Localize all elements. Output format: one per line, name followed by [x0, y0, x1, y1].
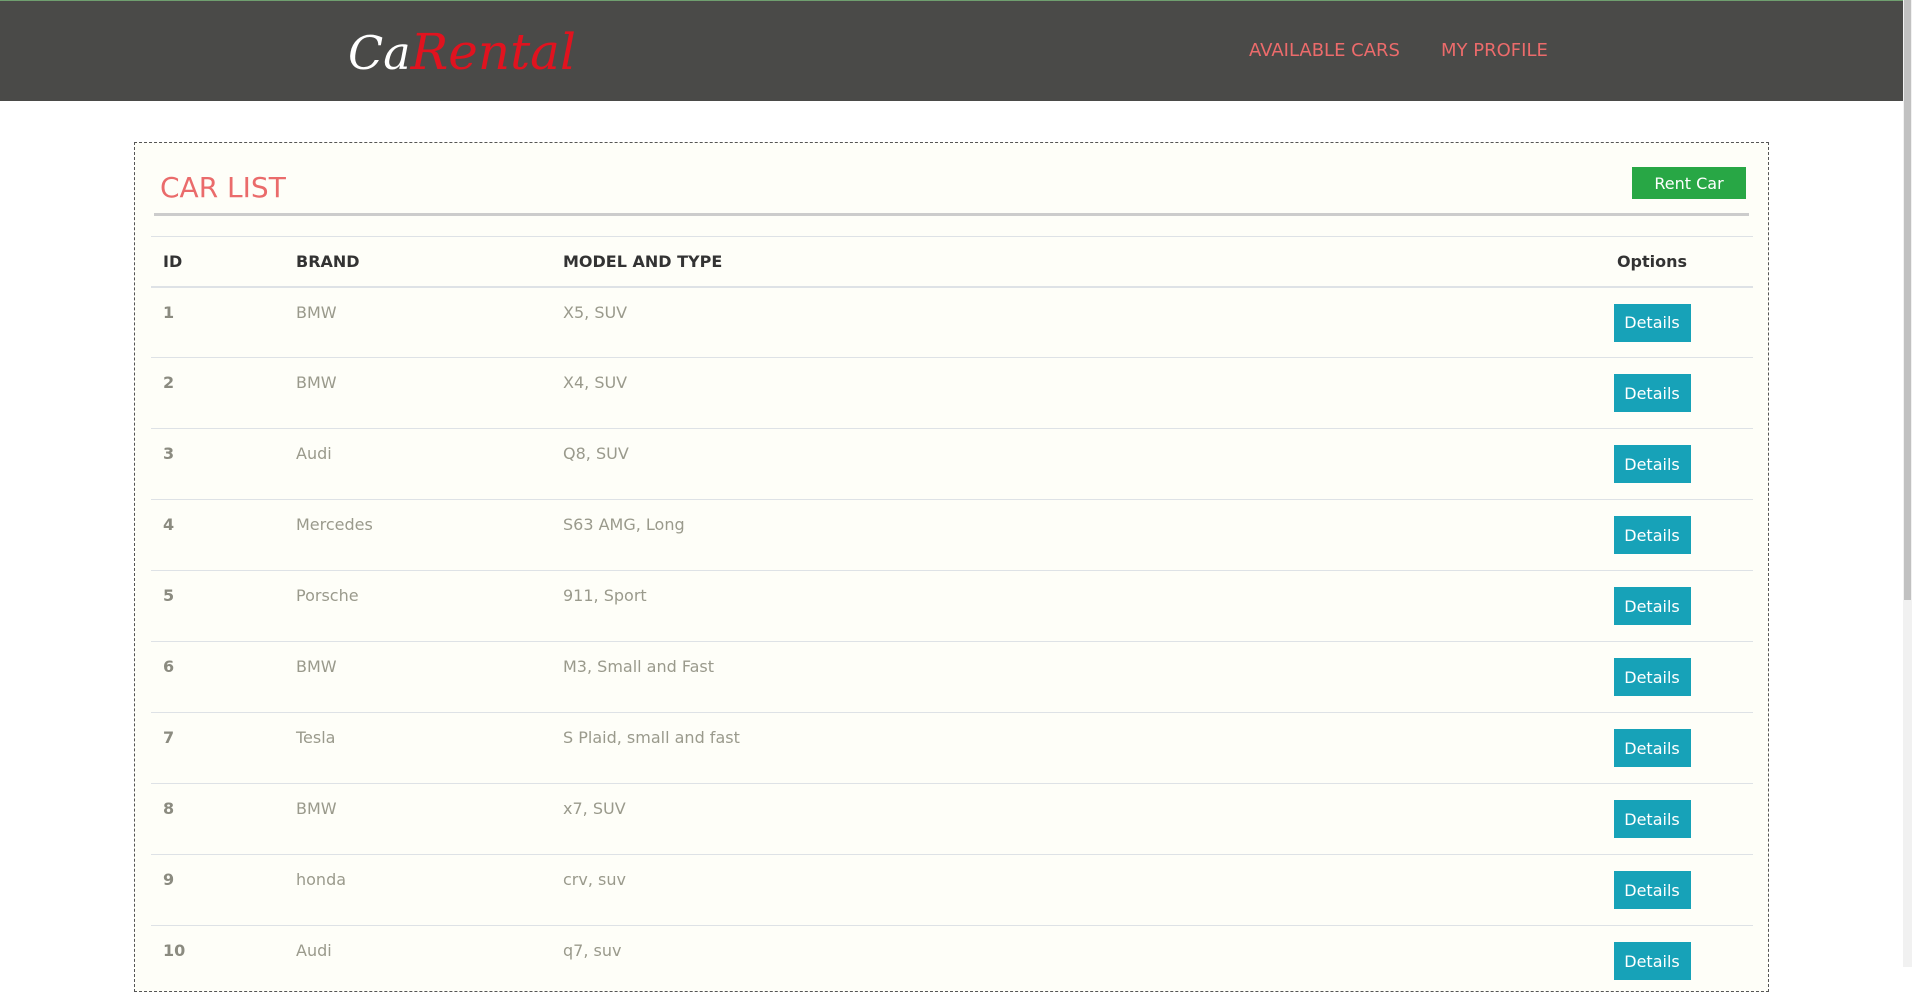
- table-row: 6 BMW M3, Small and Fast Details: [151, 641, 1753, 713]
- cell-options: Details: [1551, 641, 1753, 713]
- details-button[interactable]: Details: [1613, 800, 1691, 838]
- cell-model: X5, SUV: [551, 286, 1551, 358]
- column-header-model: MODEL AND TYPE: [551, 236, 1551, 288]
- cell-id: 4: [151, 499, 284, 571]
- cell-options: Details: [1551, 925, 1753, 997]
- cell-options: Details: [1551, 783, 1753, 855]
- page-title: CAR LIST: [160, 171, 286, 204]
- cell-brand: Tesla: [284, 712, 551, 784]
- cell-id: 9: [151, 854, 284, 926]
- details-button[interactable]: Details: [1613, 303, 1691, 342]
- cell-options: Details: [1551, 428, 1753, 500]
- cell-id: 1: [151, 286, 284, 358]
- cell-model: 911, Sport: [551, 570, 1551, 642]
- cell-model: Q8, SUV: [551, 428, 1551, 500]
- details-button[interactable]: Details: [1613, 587, 1691, 625]
- cell-options: Details: [1551, 357, 1753, 429]
- table-row: 4 Mercedes S63 AMG, Long Details: [151, 499, 1753, 571]
- car-list-panel: CAR LIST Rent Car ID BRAND MODEL AND TYP…: [134, 142, 1769, 997]
- details-button[interactable]: Details: [1613, 658, 1691, 696]
- cell-model: x7, SUV: [551, 783, 1551, 855]
- logo-text-ca: Ca: [348, 26, 411, 80]
- title-divider: [154, 213, 1749, 216]
- page-scrollbar[interactable]: [1903, 0, 1912, 967]
- cell-brand: Mercedes: [284, 499, 551, 571]
- table-row: 5 Porsche 911, Sport Details: [151, 570, 1753, 642]
- cell-id: 8: [151, 783, 284, 855]
- table-header-row: ID BRAND MODEL AND TYPE Options: [151, 236, 1753, 288]
- column-header-brand: BRAND: [284, 236, 551, 288]
- table-row: 10 Audi q7, suv Details: [151, 925, 1753, 997]
- cell-options: Details: [1551, 286, 1753, 358]
- nav-available-cars[interactable]: AVAILABLE CARS: [1249, 39, 1400, 63]
- cell-options: Details: [1551, 712, 1753, 784]
- column-header-id: ID: [151, 236, 284, 288]
- table-row: 7 Tesla S Plaid, small and fast Details: [151, 712, 1753, 784]
- cell-model: X4, SUV: [551, 357, 1551, 429]
- cell-id: 3: [151, 428, 284, 500]
- cell-id: 2: [151, 357, 284, 429]
- brand-logo[interactable]: CaRental: [348, 19, 576, 85]
- details-button[interactable]: Details: [1613, 374, 1691, 412]
- cell-brand: honda: [284, 854, 551, 926]
- cell-options: Details: [1551, 854, 1753, 926]
- cell-brand: BMW: [284, 286, 551, 358]
- cell-id: 6: [151, 641, 284, 713]
- cell-brand: Audi: [284, 925, 551, 997]
- details-button[interactable]: Details: [1613, 516, 1691, 554]
- details-button[interactable]: Details: [1613, 729, 1691, 767]
- cell-id: 5: [151, 570, 284, 642]
- cell-id: 7: [151, 712, 284, 784]
- navbar: CaRental AVAILABLE CARS MY PROFILE: [0, 0, 1903, 101]
- table-row: 9 honda crv, suv Details: [151, 854, 1753, 926]
- table-row: 2 BMW X4, SUV Details: [151, 357, 1753, 429]
- cell-model: M3, Small and Fast: [551, 641, 1551, 713]
- details-button[interactable]: Details: [1613, 942, 1691, 980]
- cell-brand: Porsche: [284, 570, 551, 642]
- table-row: 8 BMW x7, SUV Details: [151, 783, 1753, 855]
- details-button[interactable]: Details: [1613, 445, 1691, 483]
- cell-model: q7, suv: [551, 925, 1551, 997]
- cell-brand: Audi: [284, 428, 551, 500]
- cell-options: Details: [1551, 570, 1753, 642]
- rent-car-button[interactable]: Rent Car: [1632, 167, 1746, 199]
- cell-model: crv, suv: [551, 854, 1551, 926]
- cell-model: S63 AMG, Long: [551, 499, 1551, 571]
- cell-id: 10: [151, 925, 284, 997]
- cell-options: Details: [1551, 499, 1753, 571]
- details-button[interactable]: Details: [1613, 871, 1691, 909]
- scrollbar-thumb[interactable]: [1904, 0, 1911, 600]
- column-header-options: Options: [1551, 236, 1753, 288]
- logo-text-rental: Rental: [410, 23, 576, 81]
- car-table: ID BRAND MODEL AND TYPE Options 1 BMW X5…: [151, 236, 1753, 997]
- cell-model: S Plaid, small and fast: [551, 712, 1551, 784]
- cell-brand: BMW: [284, 783, 551, 855]
- cell-brand: BMW: [284, 357, 551, 429]
- nav-my-profile[interactable]: MY PROFILE: [1441, 39, 1548, 63]
- table-row: 1 BMW X5, SUV Details: [151, 286, 1753, 358]
- table-row: 3 Audi Q8, SUV Details: [151, 428, 1753, 500]
- cell-brand: BMW: [284, 641, 551, 713]
